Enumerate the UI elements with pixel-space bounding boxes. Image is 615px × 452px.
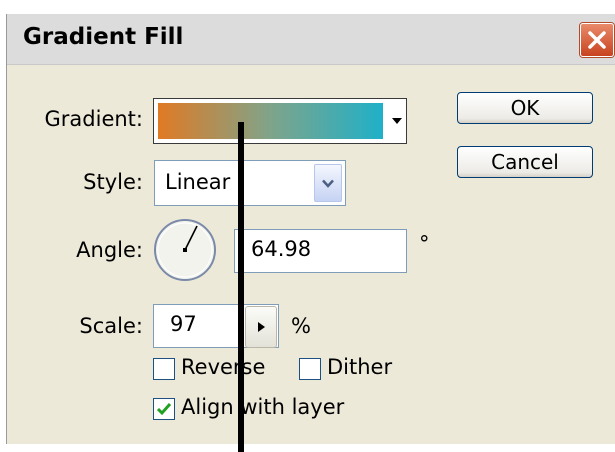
close-button[interactable] — [580, 23, 614, 57]
gradient-fill-dialog: Gradient Fill Gradient: Style: Linear An… — [6, 14, 615, 452]
style-dropdown-button[interactable] — [314, 164, 342, 202]
reverse-label[interactable]: Reverse — [181, 355, 265, 379]
triangle-right-icon — [257, 322, 265, 332]
percent-unit: % — [291, 314, 311, 338]
gradient-preview-swatch[interactable] — [158, 103, 383, 139]
ok-button[interactable]: OK — [457, 92, 593, 124]
style-label: Style: — [83, 170, 143, 194]
triangle-down-icon — [392, 118, 402, 124]
gradient-label: Gradient: — [44, 107, 143, 131]
title-bar[interactable]: Gradient Fill — [7, 14, 615, 65]
align-with-layer-checkbox[interactable] — [153, 398, 175, 420]
dither-checkbox[interactable] — [299, 358, 321, 380]
gradient-picker[interactable] — [153, 98, 407, 144]
dialog-title: Gradient Fill — [23, 24, 184, 50]
checkmark-icon — [156, 403, 172, 416]
annotation-pointer-line — [238, 122, 244, 452]
gradient-dropdown-arrow[interactable] — [388, 99, 406, 143]
scale-slider-button[interactable] — [245, 306, 277, 348]
degree-unit: ° — [419, 232, 430, 256]
angle-input[interactable]: 64.98 — [234, 229, 407, 273]
angle-label: Angle: — [76, 238, 143, 262]
dither-label[interactable]: Dither — [327, 355, 392, 379]
cancel-button[interactable]: Cancel — [457, 146, 593, 178]
scale-label: Scale: — [79, 314, 143, 338]
align-with-layer-label[interactable]: Align with layer — [181, 395, 344, 419]
angle-dial-icon[interactable] — [153, 218, 217, 282]
style-select[interactable]: Linear — [154, 160, 346, 206]
style-select-value: Linear — [165, 170, 231, 194]
reverse-checkbox[interactable] — [153, 358, 175, 380]
close-x-icon — [588, 31, 606, 49]
chevron-down-icon — [322, 179, 334, 188]
